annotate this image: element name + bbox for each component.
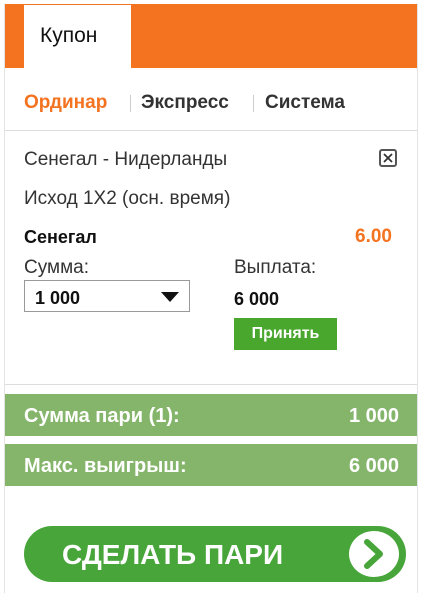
divider (5, 384, 417, 385)
stake-value: 1 000 (35, 288, 81, 308)
place-bet-button[interactable]: СДЕЛАТЬ ПАРИ (24, 526, 406, 582)
tab-coupon-label: Купон (40, 24, 98, 47)
bet-type-tabs: Ординар Экспресс Система (5, 68, 417, 131)
payout-label: Выплата: (234, 257, 317, 278)
stake-label: Сумма: (24, 257, 89, 278)
coupon-header: Купон (5, 4, 417, 68)
chevron-right-icon (346, 528, 402, 580)
total-stake-row: Сумма пари (1): 1 000 (5, 394, 417, 436)
chevron-right-glyph (364, 539, 383, 569)
tab-separator (130, 95, 131, 112)
close-icon[interactable] (379, 149, 397, 167)
max-win-label: Макс. выигрыш: (24, 455, 187, 477)
bet-odds: 6.00 (355, 226, 392, 247)
bet-event: Сенегал - Нидерланды (24, 149, 228, 170)
close-icon-glyph (383, 153, 393, 163)
accept-button[interactable]: Принять (234, 318, 337, 350)
total-stake-value: 1 000 (348, 405, 399, 427)
payout-value: 6 000 (234, 289, 280, 309)
tab-separator (253, 95, 254, 112)
total-stake-label: Сумма пари (1): (24, 405, 180, 427)
max-win-value: 6 000 (348, 455, 399, 477)
caret-down-icon (161, 292, 179, 302)
tab-system[interactable]: Система (265, 92, 345, 114)
bet-market: Исход 1X2 (осн. время) (24, 188, 231, 209)
max-win-row: Макс. выигрыш: 6 000 (5, 444, 417, 486)
tab-single[interactable]: Ординар (24, 92, 107, 114)
tab-express[interactable]: Экспресс (141, 92, 229, 114)
place-bet-label: СДЕЛАТЬ ПАРИ (62, 539, 284, 570)
tab-coupon[interactable]: Купон (24, 5, 131, 68)
coupon-panel: Купон Ординар Экспресс Система Сенегал -… (4, 4, 418, 593)
stake-select[interactable]: 1 000 (24, 280, 190, 312)
bet-selection: Сенегал (24, 227, 97, 247)
